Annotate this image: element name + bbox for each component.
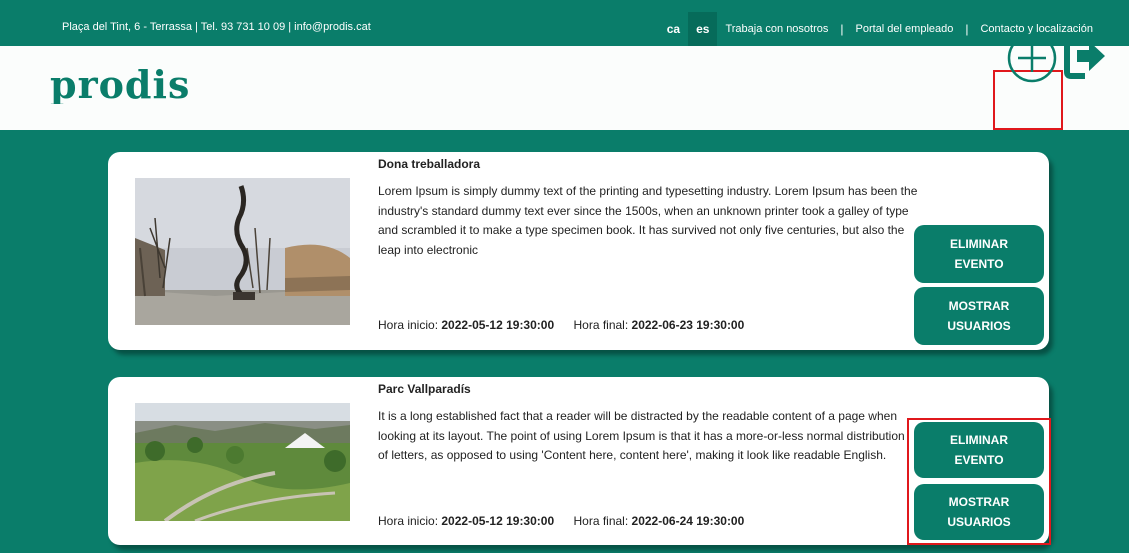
show-users-button[interactable]: MOSTRAR USUARIOS [914, 287, 1044, 345]
start-time: 2022-05-12 19:30:00 [441, 514, 555, 528]
start-label: Hora inicio: [378, 318, 439, 332]
top-bar: Plaça del Tint, 6 - Terrassa | Tel. 93 7… [0, 12, 1129, 46]
delete-event-button[interactable]: ELIMINAR EVENTO [914, 225, 1044, 283]
show-users-button[interactable]: MOSTRAR USUARIOS [914, 484, 1044, 540]
event-card: Parc Vallparadís It is a long establishe… [108, 377, 1049, 545]
event-image-park [135, 403, 350, 521]
contact-info: Plaça del Tint, 6 - Terrassa | Tel. 93 7… [62, 21, 371, 33]
plus-circle-icon[interactable] [1005, 32, 1059, 84]
event-description: Lorem Ipsum is simply dummy text of the … [378, 184, 918, 257]
end-label: Hora final: [573, 318, 629, 332]
end-time: 2022-06-24 19:30:00 [631, 514, 745, 528]
event-description: It is a long established fact that a rea… [378, 409, 905, 462]
event-image-sculpture [135, 178, 350, 325]
employee-portal-link[interactable]: Portal del empleado [848, 23, 962, 35]
event-card: Dona treballadora Lorem Ipsum is simply … [108, 152, 1049, 350]
prodis-logo[interactable]: prodis [50, 64, 190, 104]
delete-event-button[interactable]: ELIMINAR EVENTO [914, 422, 1044, 478]
logout-icon[interactable] [1063, 30, 1109, 82]
site-header: prodis [0, 46, 1129, 130]
event-title: Dona treballadora [378, 157, 481, 171]
start-label: Hora inicio: [378, 514, 439, 528]
event-times: Hora inicio: 2022-05-12 19:30:00 Hora fi… [378, 318, 744, 332]
top-strip [0, 0, 1129, 12]
end-time: 2022-06-23 19:30:00 [631, 318, 745, 332]
start-time: 2022-05-12 19:30:00 [441, 318, 555, 332]
nav-separator: | [840, 22, 844, 36]
jobs-link[interactable]: Trabaja con nosotros [717, 23, 836, 35]
nav-separator: | [965, 22, 969, 36]
end-label: Hora final: [573, 514, 629, 528]
event-title: Parc Vallparadís [378, 382, 471, 396]
lang-ca-link[interactable]: ca [659, 12, 688, 46]
event-times: Hora inicio: 2022-05-12 19:30:00 Hora fi… [378, 514, 744, 528]
lang-es-link[interactable]: es [688, 12, 718, 46]
